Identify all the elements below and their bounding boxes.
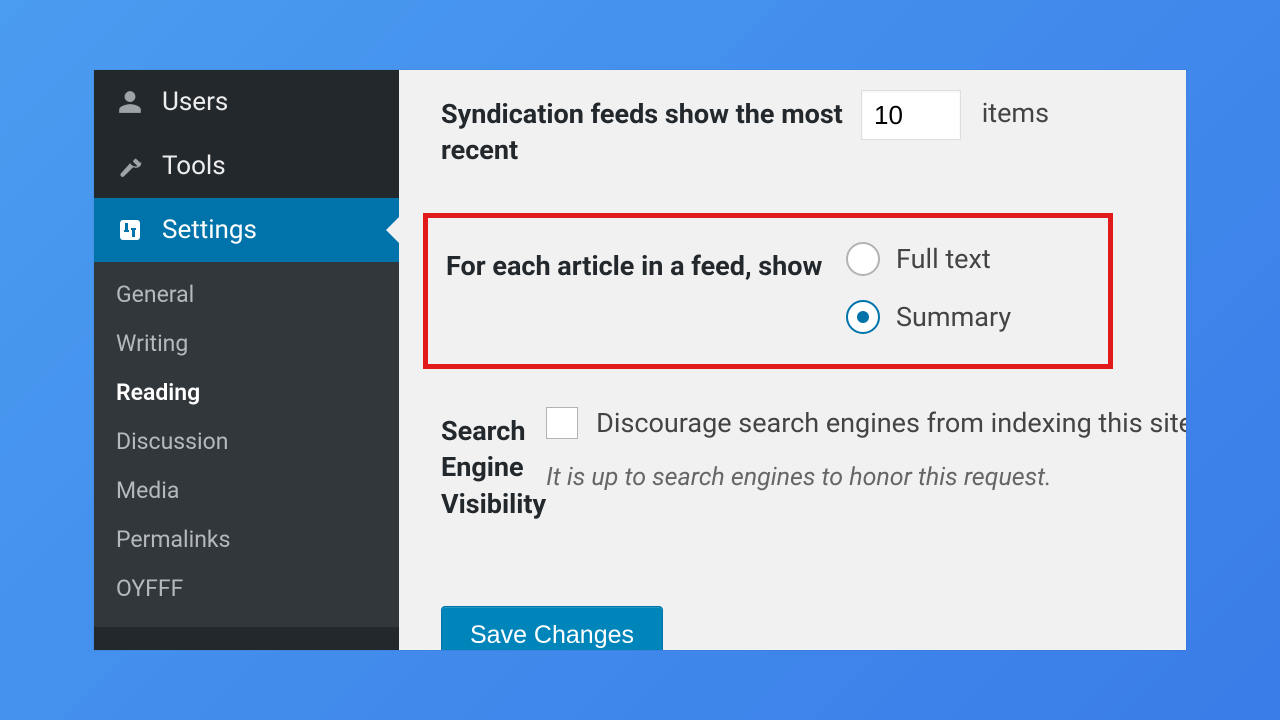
admin-window: Users Tools Settings General Writing Rea… — [94, 70, 1186, 650]
setting-row-search-visibility: Search Engine Visibility Discourage sear… — [441, 407, 1186, 522]
radio-icon — [846, 242, 880, 276]
settings-submenu: General Writing Reading Discussion Media… — [94, 262, 399, 627]
feed-show-control: Full text Summary — [846, 242, 1086, 334]
syndication-label: Syndication feeds show the most recent — [441, 90, 861, 169]
sev-checkbox-label: Discourage search engines from indexing … — [596, 407, 1186, 439]
setting-row-feed-show: For each article in a feed, show Full te… — [446, 242, 1086, 334]
sidebar-item-label: Settings — [162, 215, 257, 245]
sev-label: Search Engine Visibility — [441, 407, 546, 522]
admin-sidebar: Users Tools Settings General Writing Rea… — [94, 70, 399, 650]
sev-control: Discourage search engines from indexing … — [546, 407, 1186, 492]
submenu-item-reading[interactable]: Reading — [94, 368, 399, 417]
submenu-item-permalinks[interactable]: Permalinks — [94, 515, 399, 564]
highlight-box: For each article in a feed, show Full te… — [423, 213, 1113, 369]
checkbox-icon — [546, 407, 578, 439]
settings-content: Syndication feeds show the most recent i… — [399, 70, 1186, 650]
radio-icon — [846, 300, 880, 334]
sev-checkbox-row[interactable]: Discourage search engines from indexing … — [546, 407, 1186, 439]
submenu-item-writing[interactable]: Writing — [94, 319, 399, 368]
sidebar-item-users[interactable]: Users — [94, 70, 399, 134]
syndication-control: items — [861, 90, 1186, 140]
radio-summary[interactable]: Summary — [846, 300, 1086, 334]
submenu-item-general[interactable]: General — [94, 270, 399, 319]
submenu-item-discussion[interactable]: Discussion — [94, 417, 399, 466]
radio-label: Summary — [896, 301, 1011, 333]
setting-row-syndication: Syndication feeds show the most recent i… — [441, 90, 1186, 169]
radio-label: Full text — [896, 243, 991, 275]
save-changes-button[interactable]: Save Changes — [441, 606, 663, 650]
submenu-item-oyfff[interactable]: OYFFF — [94, 564, 399, 613]
syndication-count-input[interactable] — [861, 90, 961, 140]
sev-hint: It is up to search engines to honor this… — [546, 463, 1186, 492]
sliders-icon — [116, 216, 144, 244]
submenu-item-media[interactable]: Media — [94, 466, 399, 515]
sidebar-item-tools[interactable]: Tools — [94, 134, 399, 198]
radio-full-text[interactable]: Full text — [846, 242, 1086, 276]
sidebar-item-label: Tools — [162, 151, 226, 181]
user-icon — [116, 88, 144, 116]
wrench-icon — [116, 152, 144, 180]
sidebar-item-settings[interactable]: Settings — [94, 198, 399, 262]
sidebar-item-label: Users — [162, 87, 228, 117]
syndication-suffix: items — [982, 97, 1049, 129]
feed-show-label: For each article in a feed, show — [446, 242, 846, 284]
